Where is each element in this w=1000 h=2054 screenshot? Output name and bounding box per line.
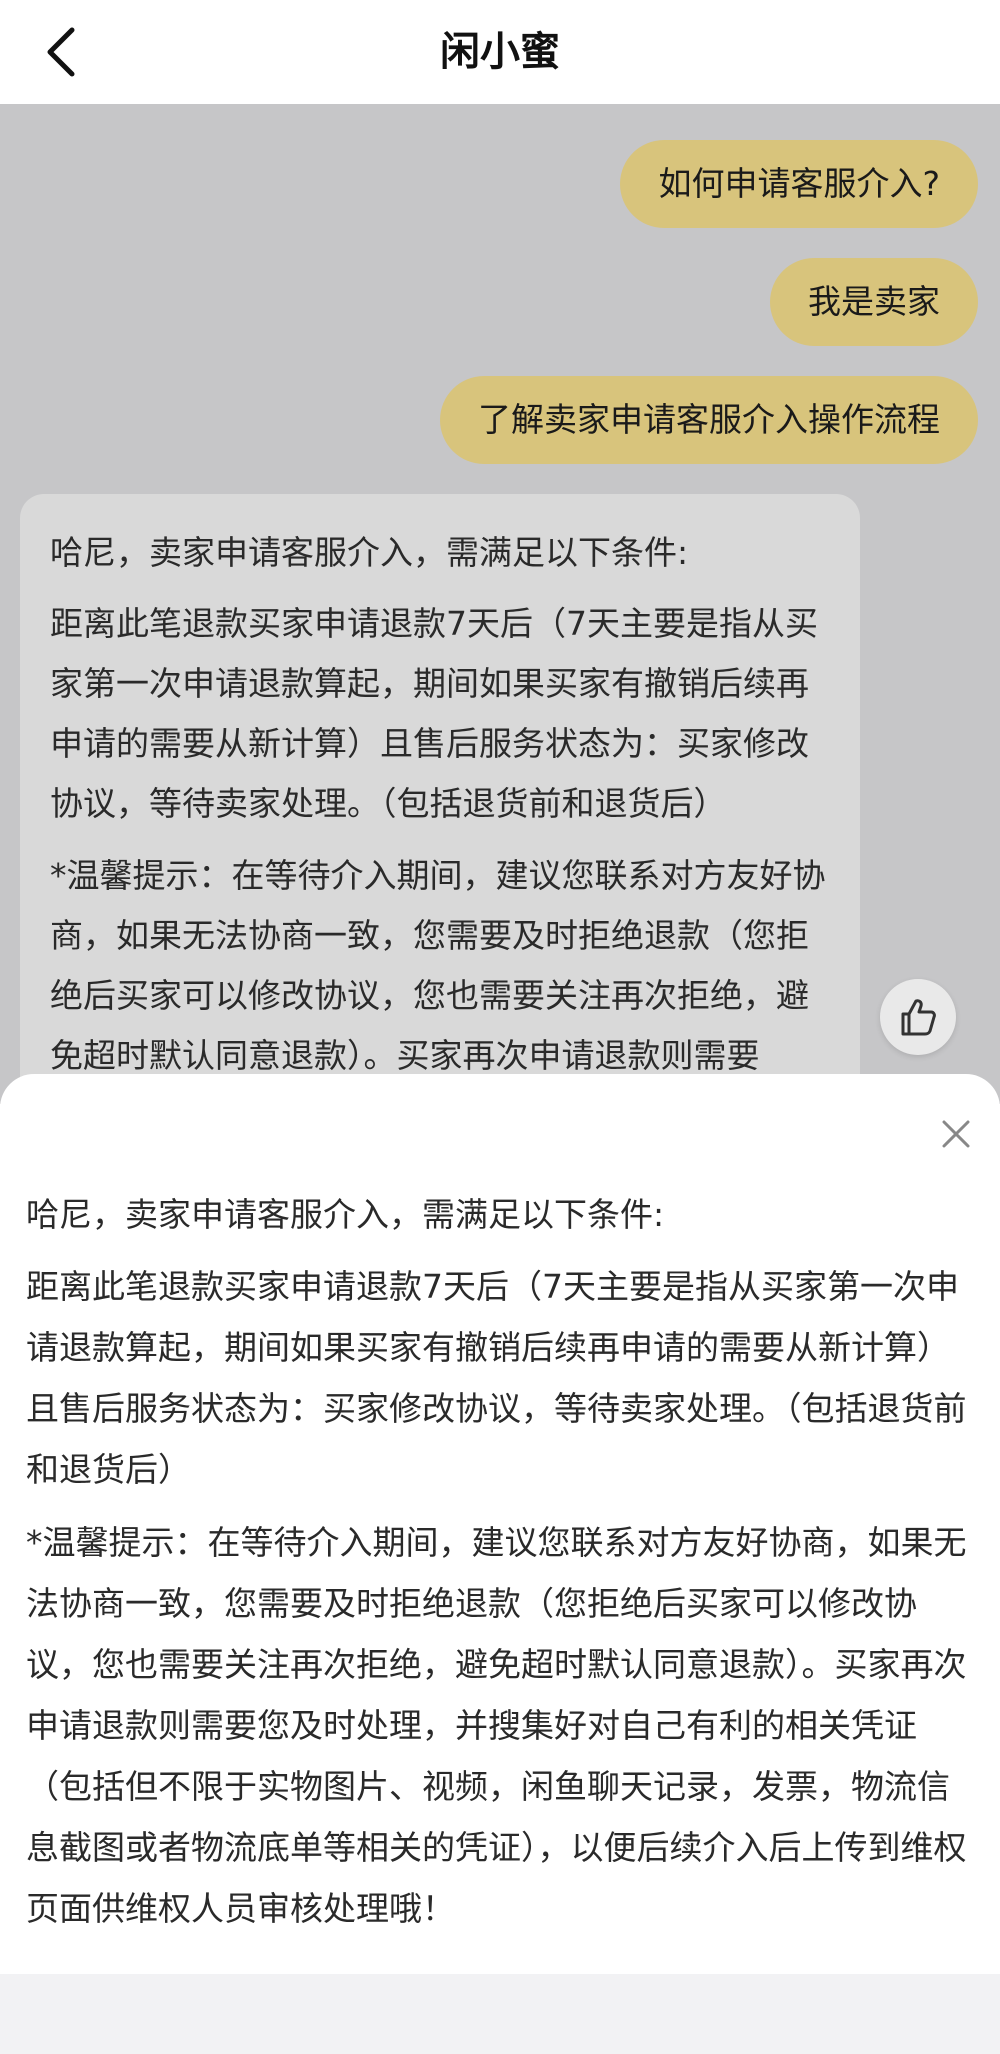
sheet-intro: 哈尼，卖家申请客服介入，需满足以下条件: xyxy=(26,1195,665,1234)
header-bar: 闲小蜜 xyxy=(0,0,1000,104)
like-button[interactable] xyxy=(880,979,956,1055)
sheet-paragraph: *温馨提示：在等待介入期间，建议您联系对方友好协商，如果无法协商一致，您需要及时… xyxy=(26,1523,967,1928)
message-detail-sheet: 哈尼，卖家申请客服介入，需满足以下条件: 距离此笔退款买家申请退款7天后（7天主… xyxy=(0,1074,1000,1974)
user-message-bubble[interactable]: 了解卖家申请客服介入操作流程 xyxy=(440,376,978,464)
chat-area: 如何申请客服介入? 我是卖家 了解卖家申请客服介入操作流程 哈尼，卖家申请客服介… xyxy=(0,104,1000,1104)
thumbs-up-icon xyxy=(901,999,936,1036)
sheet-message-text: 哈尼，卖家申请客服介入，需满足以下条件: 距离此笔退款买家申请退款7天后（7天主… xyxy=(26,1182,976,1951)
bottom-safe-area xyxy=(0,1974,1000,2054)
bot-message-paragraph: *温馨提示：在等待介入期间，建议您联系对方友好协商，如果无法协商一致，您需要及时… xyxy=(50,856,826,1075)
bot-message-paragraph: 距离此笔退款买家申请退款7天后（7天主要是指从买家第一次申请退款算起，期间如果买… xyxy=(50,604,818,823)
close-icon xyxy=(942,1120,970,1148)
user-message-bubble[interactable]: 如何申请客服介入? xyxy=(620,140,978,228)
sheet-paragraph: 距离此笔退款买家申请退款7天后（7天主要是指从买家第一次申请退款算起，期间如果买… xyxy=(26,1267,967,1489)
close-button[interactable] xyxy=(934,1112,978,1156)
bot-message-intro: 哈尼，卖家申请客服介入，需满足以下条件: xyxy=(50,533,689,572)
user-message-bubble[interactable]: 我是卖家 xyxy=(770,258,978,346)
page-title: 闲小蜜 xyxy=(440,29,560,75)
bot-message-bubble[interactable]: 哈尼，卖家申请客服介入，需满足以下条件: 距离此笔退款买家申请退款7天后（7天主… xyxy=(20,494,860,1104)
